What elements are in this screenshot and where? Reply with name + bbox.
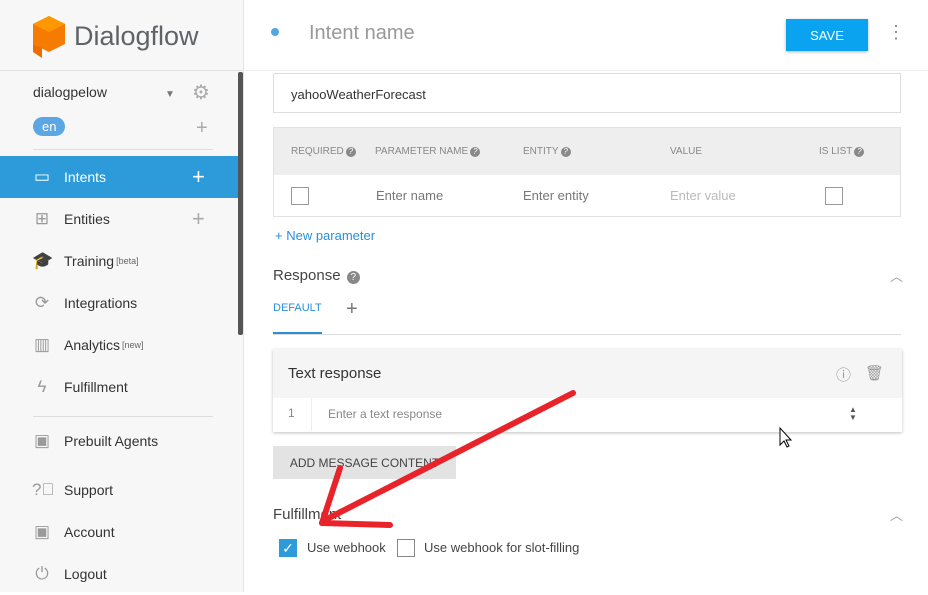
- sidebar: Dialogflow dialogpelow ▼ ⚙ en + ▭ Intents…: [0, 0, 244, 592]
- use-webhook-checkbox[interactable]: ✓: [279, 539, 297, 557]
- sync-icon: ⟳: [34, 293, 50, 312]
- table-row: Enter name Enter entity Enter value: [274, 175, 900, 217]
- language-badge[interactable]: en: [33, 117, 66, 136]
- card-header: Text response ⓘ 🗑: [273, 349, 902, 398]
- entity-input[interactable]: Enter entity: [523, 188, 589, 203]
- divider: [0, 70, 244, 71]
- parameters-table: REQUIRED? PARAMETER NAME? ENTITY? VALUE …: [273, 127, 901, 217]
- col-entity: ENTITY?: [523, 146, 571, 157]
- text-response-row: 1 Enter a text response ▲ ▼: [273, 398, 902, 431]
- save-button[interactable]: SAVE: [786, 19, 868, 51]
- trash-icon[interactable]: 🗑: [865, 364, 884, 382]
- gear-icon[interactable]: ⚙: [192, 80, 210, 105]
- sidebar-item-integrations[interactable]: ⟳ Integrations: [0, 282, 238, 324]
- nav-label: Entities: [64, 211, 110, 227]
- nav-label: Integrations: [64, 295, 138, 311]
- action-input[interactable]: yahooWeatherForecast: [273, 73, 901, 113]
- add-entity-icon[interactable]: +: [192, 206, 205, 232]
- add-intent-icon[interactable]: +: [192, 164, 205, 190]
- collapse-fulfillment-icon[interactable]: ︿: [890, 505, 903, 524]
- sidebar-item-training[interactable]: 🎓 Training [beta]: [0, 240, 238, 282]
- divider: [273, 334, 901, 335]
- nav-label: Fulfillment: [64, 379, 128, 395]
- add-language-icon[interactable]: +: [196, 117, 208, 140]
- divider: [33, 149, 213, 150]
- logo[interactable]: Dialogflow: [32, 14, 199, 58]
- agent-name[interactable]: dialogpelow: [33, 84, 107, 100]
- value-input[interactable]: Enter value: [670, 188, 736, 203]
- collapse-response-icon[interactable]: ︿: [890, 266, 903, 285]
- sidebar-item-entities[interactable]: ⊞ Entities +: [0, 198, 238, 240]
- sidebar-item-account[interactable]: ▣ Account: [0, 511, 238, 553]
- sidebar-item-prebuilt-agents[interactable]: ▣ Prebuilt Agents: [0, 420, 238, 462]
- chat-icon: ▭: [33, 167, 51, 186]
- row-number: 1: [288, 406, 295, 420]
- is-list-checkbox[interactable]: [825, 187, 843, 205]
- sidebar-item-intents[interactable]: ▭ Intents +: [0, 156, 238, 198]
- status-dot: [271, 28, 279, 36]
- card-title: Text response: [288, 365, 382, 382]
- graduation-cap-icon: 🎓: [32, 251, 54, 270]
- dialogflow-logo-icon: [33, 16, 65, 58]
- nav-label: Intents: [64, 169, 107, 185]
- tab-default[interactable]: DEFAULT: [273, 302, 322, 334]
- sidebar-item-support[interactable]: ?⃝ Support: [0, 469, 238, 511]
- beta-badge: [beta]: [116, 256, 139, 266]
- slot-filling-label: Use webhook for slot-filling: [424, 540, 580, 555]
- agents-icon: ▣: [33, 431, 51, 450]
- new-badge: [new]: [122, 340, 144, 350]
- response-heading: Response ?: [273, 267, 360, 284]
- divider: [33, 416, 213, 417]
- chart-icon: ▥: [33, 335, 51, 354]
- nav-label: Support: [64, 482, 114, 498]
- table-header: REQUIRED? PARAMETER NAME? ENTITY? VALUE …: [274, 128, 900, 175]
- slot-filling-checkbox[interactable]: [397, 539, 415, 557]
- col-required: REQUIRED?: [291, 146, 356, 157]
- add-tab-icon[interactable]: +: [346, 298, 358, 321]
- reorder-icon[interactable]: ▲ ▼: [849, 406, 857, 422]
- sidebar-item-logout[interactable]: ⏻ Logout: [0, 553, 238, 595]
- fulfillment-heading: Fulfillment: [273, 506, 342, 523]
- nav-label: Account: [64, 524, 115, 540]
- nav-label: Training: [64, 253, 115, 269]
- help-icon: ?⃝: [32, 480, 55, 499]
- col-value: VALUE: [670, 146, 703, 157]
- text-response-input[interactable]: Enter a text response: [311, 398, 866, 431]
- agent-dropdown-icon[interactable]: ▼: [165, 89, 175, 100]
- lightning-icon: ϟ: [37, 377, 47, 396]
- parameter-name-input[interactable]: Enter name: [376, 188, 443, 203]
- hierarchy-icon: ⊞: [34, 209, 50, 228]
- intent-name-input[interactable]: Intent name: [309, 22, 415, 45]
- account-icon: ▣: [33, 522, 51, 541]
- new-parameter-link[interactable]: + New parameter: [275, 228, 375, 243]
- nav-label: Logout: [64, 566, 107, 582]
- brand-name: Dialogflow: [74, 20, 199, 51]
- power-icon: ⏻: [35, 564, 49, 583]
- text-response-card: Text response ⓘ 🗑 1 Enter a text respons…: [273, 349, 902, 432]
- col-parameter-name: PARAMETER NAME?: [375, 146, 481, 157]
- use-webhook-label: Use webhook: [307, 540, 386, 555]
- required-checkbox[interactable]: [291, 187, 309, 205]
- sidebar-item-analytics[interactable]: ▥ Analytics [new]: [0, 324, 238, 366]
- nav-label: Analytics: [64, 337, 121, 353]
- nav-label: Prebuilt Agents: [64, 433, 159, 449]
- help-icon[interactable]: ⓘ: [836, 364, 851, 385]
- col-is-list: IS LIST?: [819, 146, 865, 157]
- more-options-icon[interactable]: ⋮: [887, 22, 905, 43]
- sidebar-item-fulfillment[interactable]: ϟ Fulfillment: [0, 366, 238, 408]
- add-message-content-button[interactable]: ADD MESSAGE CONTENT: [273, 446, 456, 479]
- sidebar-scrollbar[interactable]: [238, 72, 243, 335]
- divider: [245, 70, 928, 71]
